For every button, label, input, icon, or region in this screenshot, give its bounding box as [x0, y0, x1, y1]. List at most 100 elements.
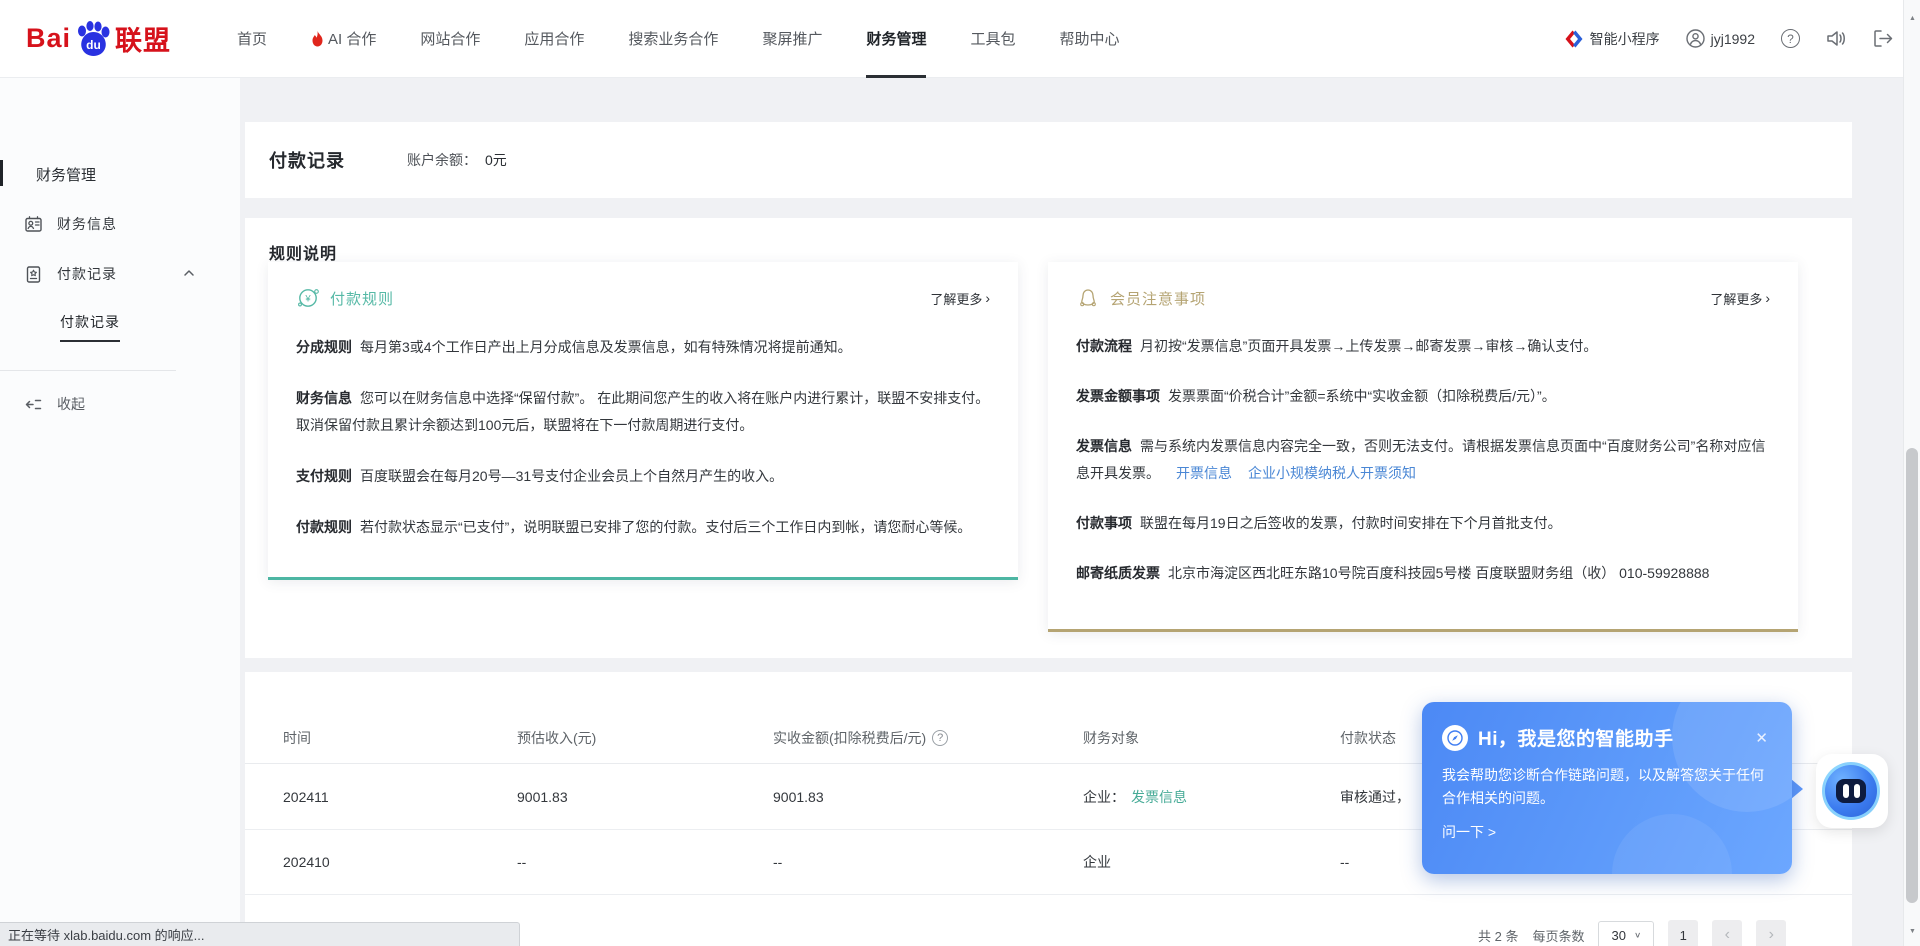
assistant-popup-header: Hi，我是您的智能助手 ✕	[1422, 702, 1792, 751]
column-help-icon[interactable]: ?	[932, 730, 948, 746]
ask-now-link[interactable]: 问一下 >	[1422, 822, 1792, 842]
cell-finance-object: 企业	[1083, 830, 1111, 894]
pagination: 共 2 条 每页条数 30 ∨ 1 ‹ ›	[1478, 920, 1786, 946]
logo-text-union: 联盟	[115, 19, 171, 58]
total-count: 共 2 条	[1478, 926, 1518, 945]
collapse-icon	[24, 395, 43, 414]
col-header-finance-object: 财务对象	[1083, 712, 1139, 763]
member-notes-card-header: 会员注意事项 了解更多›	[1076, 286, 1770, 310]
assistant-body-text: 我会帮助您诊断合作链路问题，以及解答您关于任何合作相关的问题。	[1422, 764, 1792, 810]
cell-estimated: 9001.83	[517, 765, 568, 829]
scroll-down-arrow[interactable]: ▼	[1904, 923, 1920, 940]
nav-item-search-business[interactable]: 搜索业务合作	[628, 0, 718, 78]
nav-item-help-center[interactable]: 帮助中心	[1059, 0, 1119, 78]
nav-item-website-cooperation[interactable]: 网站合作	[420, 0, 480, 78]
next-page-button[interactable]: ›	[1756, 920, 1786, 946]
rule-paragraph: 付款流程月初按“发票信息”页面开具发票→上传发票→邮寄发票→审核→确认支付。	[1076, 333, 1770, 360]
nav-item-ai-cooperation[interactable]: AI 合作	[311, 0, 376, 78]
svg-text:du: du	[86, 38, 101, 52]
rule-paragraph: 付款事项联盟在每月19日之后签收的发票，付款时间安排在下个月首批支付。	[1076, 510, 1770, 537]
payment-rules-card-header: ¥ 付款规则 了解更多›	[296, 286, 990, 310]
svg-text:¥: ¥	[304, 294, 311, 305]
vertical-scrollbar[interactable]: ▲ ▼	[1903, 0, 1920, 946]
flame-icon	[311, 31, 324, 47]
rule-paragraph: 付款规则若付款状态显示“已支付”，说明联盟已安排了您的付款。支付后三个工作日内到…	[296, 514, 990, 541]
baidu-union-logo[interactable]: Bai du 联盟	[26, 19, 171, 58]
assistant-popup: Hi，我是您的智能助手 ✕ 我会帮助您诊断合作链路问题，以及解答您关于任何合作相…	[1422, 702, 1792, 874]
cell-finance-object: 企业： 发票信息	[1083, 765, 1187, 829]
coin-icon: ¥	[296, 286, 320, 310]
per-page-select[interactable]: 30 ∨	[1598, 921, 1654, 946]
nav-item-toolkit[interactable]: 工具包	[970, 0, 1015, 78]
cell-received: 9001.83	[773, 765, 824, 829]
nav-item-home[interactable]: 首页	[237, 0, 267, 78]
rule-paragraph: 分成规则每月第3或4个工作日产出上月分成信息及发票信息，如有特殊情况将提前通知。	[296, 334, 990, 361]
page-title: 付款记录	[269, 147, 345, 173]
compass-icon	[1442, 725, 1468, 751]
invoice-info-table-link[interactable]: 发票信息	[1131, 787, 1187, 807]
member-notes-more-link[interactable]: 了解更多›	[1710, 289, 1770, 308]
close-icon[interactable]: ✕	[1751, 727, 1772, 749]
page-number-button[interactable]: 1	[1668, 920, 1698, 946]
payment-record-icon	[24, 265, 43, 284]
rule-paragraph: 邮寄纸质发票北京市海淀区西北旺东路10号院百度科技园5号楼 百度联盟财务组（收）…	[1076, 560, 1770, 587]
assistant-popup-arrow	[1791, 779, 1803, 799]
sidebar-item-payment-record[interactable]: 付款记录	[24, 264, 117, 284]
sidebar-item-finance-info[interactable]: 财务信息	[24, 214, 117, 234]
baidu-union-finance-page: Bai du 联盟 首页 AI 合作 网站合作	[0, 0, 1920, 946]
help-icon[interactable]: ?	[1781, 29, 1800, 48]
cell-payment-status: --	[1340, 830, 1349, 894]
payment-record-header-panel: 付款记录 账户余额： 0元	[245, 122, 1852, 198]
sidebar-active-indicator	[0, 160, 3, 186]
rule-paragraph: 财务信息您可以在财务信息中选择“保留付款”。 在此期间您产生的收入将在账户内进行…	[296, 385, 990, 439]
sidebar-divider	[0, 370, 176, 371]
col-header-time: 时间	[283, 712, 311, 763]
cell-payment-status: 审核通过，	[1340, 765, 1410, 829]
rule-paragraph: 支付规则百度联盟会在每月20号—31号支付企业会员上个自然月产生的收入。	[296, 463, 990, 490]
cell-time: 202411	[283, 765, 329, 829]
nav-item-screen-promotion[interactable]: 聚屏推广	[762, 0, 822, 78]
member-notes-card-title: 会员注意事项	[1110, 288, 1206, 309]
account-balance-label: 账户余额：	[407, 152, 477, 168]
mini-program-icon	[1564, 29, 1584, 49]
invoice-info-link[interactable]: 开票信息	[1176, 465, 1232, 481]
nav-right-cluster: 智能小程序 jyj1992 ?	[1564, 29, 1894, 49]
col-header-received-amount: 实收金额(扣除税费后/元) ?	[773, 712, 948, 763]
rules-panel: 规则说明 ¥ 付款规则 了解更多› 分成规则每月第3或4个工作日产出上月分成信息…	[245, 218, 1852, 658]
robot-face-icon	[1836, 779, 1866, 803]
assistant-robot-button[interactable]	[1822, 762, 1880, 820]
cell-estimated: --	[517, 830, 526, 894]
per-page-label: 每页条数	[1532, 926, 1584, 945]
chevron-up-icon[interactable]	[182, 266, 196, 280]
user-icon	[1686, 29, 1705, 48]
main-nav: 首页 AI 合作 网站合作 应用合作 搜索业务合作 聚屏推广 财务管理 工具包 …	[237, 0, 1163, 78]
payment-rules-card: ¥ 付款规则 了解更多› 分成规则每月第3或4个工作日产出上月分成信息及发票信息…	[268, 262, 1018, 580]
col-header-payment-status: 付款状态	[1340, 712, 1396, 763]
bell-icon	[1076, 286, 1100, 310]
nav-item-finance-management[interactable]: 财务管理	[866, 0, 926, 78]
announcement-speaker-icon[interactable]	[1826, 29, 1847, 48]
account-balance-value: 0元	[485, 152, 507, 168]
small-taxpayer-notice-link[interactable]: 企业小规模纳税人开票须知	[1248, 465, 1416, 481]
sidebar-collapse-button[interactable]: 收起	[24, 394, 85, 414]
browser-status-tooltip: 正在等待 xlab.baidu.com 的响应...	[0, 922, 520, 946]
user-account[interactable]: jyj1992	[1686, 29, 1755, 48]
finance-info-icon	[24, 215, 43, 234]
nav-item-app-cooperation[interactable]: 应用合作	[524, 0, 584, 78]
chevron-right-icon: ›	[1765, 290, 1770, 306]
payment-rules-more-link[interactable]: 了解更多›	[930, 289, 990, 308]
chevron-down-icon: ∨	[1634, 931, 1641, 940]
member-notes-card: 会员注意事项 了解更多› 付款流程月初按“发票信息”页面开具发票→上传发票→邮寄…	[1048, 262, 1798, 632]
payment-rules-card-title: 付款规则	[330, 288, 394, 309]
sidebar-subitem-payment-record[interactable]: 付款记录	[60, 312, 120, 342]
mini-program-entry[interactable]: 智能小程序	[1564, 29, 1660, 49]
chevron-right-icon: ›	[985, 290, 990, 306]
col-header-estimated-income: 预估收入(元)	[517, 712, 596, 763]
rules-title: 规则说明	[269, 240, 337, 264]
scrollbar-thumb[interactable]	[1906, 448, 1918, 903]
rule-paragraph: 发票信息需与系统内发票信息内容完全一致，否则无法支付。请根据发票信息页面中“百度…	[1076, 433, 1770, 487]
sidebar-section-finance-management[interactable]: 财务管理	[36, 164, 96, 185]
scroll-up-arrow[interactable]: ▲	[1904, 10, 1920, 27]
logout-icon[interactable]	[1873, 29, 1894, 48]
prev-page-button[interactable]: ‹	[1712, 920, 1742, 946]
